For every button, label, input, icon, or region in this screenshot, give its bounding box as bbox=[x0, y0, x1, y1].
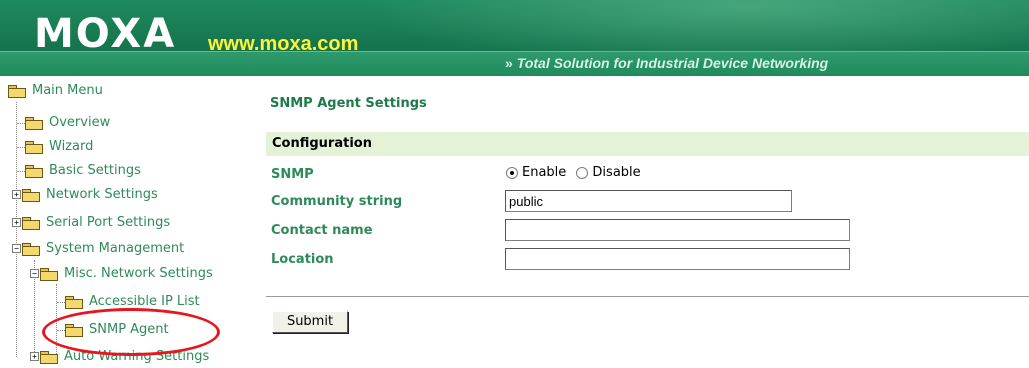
menu-item-label: System Management bbox=[46, 241, 185, 256]
location-label: Location bbox=[271, 252, 334, 267]
header-banner: MOXA www.moxa.com » Total Solution for In… bbox=[0, 0, 1029, 76]
radio-label: Enable bbox=[522, 165, 567, 180]
section-title: Configuration bbox=[272, 136, 372, 151]
folder-icon bbox=[22, 216, 40, 230]
radio-unchecked-icon bbox=[576, 166, 589, 179]
community-string-input[interactable] bbox=[505, 190, 792, 212]
collapse-icon[interactable]: − bbox=[30, 269, 39, 278]
menu-item-misc-network-settings[interactable]: − Misc. Network Settings bbox=[30, 263, 213, 285]
folder-icon bbox=[65, 295, 83, 309]
menu-item-overview[interactable]: Overview bbox=[25, 112, 110, 134]
menu-item-auto-warning-settings[interactable]: + Auto Warning Settings bbox=[30, 346, 209, 368]
folder-icon bbox=[65, 323, 83, 337]
tree-connector bbox=[17, 171, 25, 172]
snmp-radio-group: Enable Disable bbox=[506, 165, 647, 183]
menu-item-label: Overview bbox=[49, 115, 111, 130]
menu-item-label: Auto Warning Settings bbox=[64, 349, 210, 364]
tree-connector bbox=[57, 302, 65, 303]
radio-checked-icon bbox=[506, 166, 518, 179]
contact-name-label: Contact name bbox=[271, 223, 373, 238]
menu-item-label: Basic Settings bbox=[49, 163, 141, 178]
folder-icon bbox=[25, 140, 43, 154]
snmp-label: SNMP bbox=[271, 167, 314, 182]
menu-item-main-menu[interactable]: Main Menu bbox=[8, 80, 103, 102]
menu-item-label: Wizard bbox=[49, 139, 94, 154]
folder-icon bbox=[25, 164, 43, 178]
snmp-disable-radio[interactable]: Disable bbox=[576, 165, 641, 180]
menu-item-label: Network Settings bbox=[46, 187, 158, 202]
contact-name-input[interactable] bbox=[505, 219, 850, 241]
folder-icon bbox=[22, 188, 40, 202]
menu-item-label: Accessible IP List bbox=[89, 294, 200, 309]
tagline-text: Total Solution for Industrial Device Net… bbox=[516, 55, 829, 71]
double-arrow-icon: » bbox=[505, 55, 513, 71]
folder-icon bbox=[25, 116, 43, 130]
form-divider bbox=[266, 296, 1029, 297]
submit-button[interactable]: Submit bbox=[272, 311, 348, 333]
community-string-label: Community string bbox=[271, 194, 403, 209]
page-title: SNMP Agent Settings bbox=[270, 96, 427, 111]
expand-icon[interactable]: + bbox=[12, 218, 21, 227]
menu-item-wizard[interactable]: Wizard bbox=[25, 136, 93, 158]
tree-connector bbox=[57, 330, 65, 331]
expand-icon[interactable]: + bbox=[30, 352, 39, 361]
radio-label: Disable bbox=[592, 165, 641, 180]
menu-item-system-management[interactable]: − System Management bbox=[12, 238, 184, 260]
collapse-icon[interactable]: − bbox=[12, 244, 21, 253]
tree-connector bbox=[17, 147, 25, 148]
menu-item-accessible-ip-list[interactable]: Accessible IP List bbox=[65, 291, 200, 313]
open-folder-icon bbox=[40, 267, 58, 281]
main-menu-tree: Main Menu Overview Wizard Basic Settings… bbox=[0, 80, 255, 364]
expand-icon[interactable]: + bbox=[12, 190, 21, 199]
tree-connector bbox=[17, 123, 25, 124]
moxa-logo[interactable]: MOXA bbox=[34, 14, 176, 54]
open-folder-icon bbox=[8, 84, 26, 98]
menu-item-label: SNMP Agent bbox=[89, 322, 169, 337]
tagline: » Total Solution for Industrial Device Ne… bbox=[505, 55, 828, 71]
open-folder-icon bbox=[22, 242, 40, 256]
folder-icon bbox=[40, 350, 58, 364]
menu-item-label: Main Menu bbox=[32, 83, 103, 98]
menu-item-label: Serial Port Settings bbox=[46, 215, 171, 230]
location-input[interactable] bbox=[505, 248, 850, 270]
section-header-bar bbox=[266, 132, 1029, 156]
menu-item-basic-settings[interactable]: Basic Settings bbox=[25, 160, 141, 182]
menu-item-network-settings[interactable]: + Network Settings bbox=[12, 184, 158, 206]
menu-item-serial-port-settings[interactable]: + Serial Port Settings bbox=[12, 212, 170, 234]
snmp-enable-radio[interactable]: Enable bbox=[506, 165, 566, 180]
site-url-link[interactable]: www.moxa.com bbox=[208, 33, 358, 55]
menu-item-snmp-agent[interactable]: SNMP Agent bbox=[65, 319, 169, 341]
menu-item-label: Misc. Network Settings bbox=[64, 266, 213, 281]
